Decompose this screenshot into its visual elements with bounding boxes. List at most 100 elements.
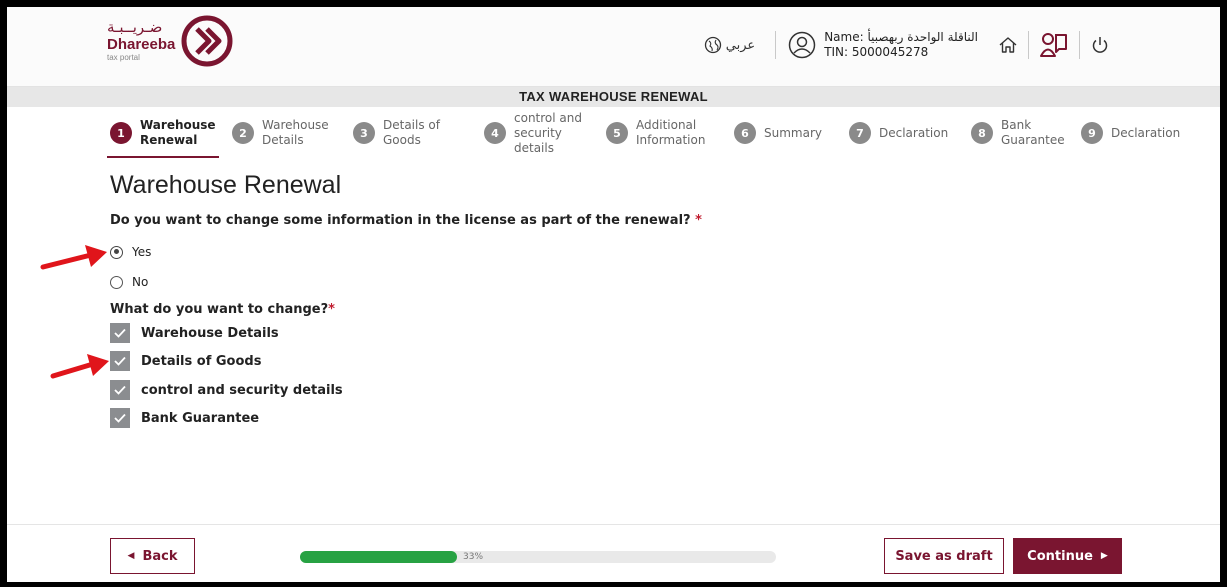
step-warehouse-renewal[interactable]: 1 Warehouse Renewal [110,107,216,159]
progress-percent: 33% [463,552,484,562]
checkbox[interactable] [110,380,130,400]
step-label: Renewal [140,133,198,147]
step-label: Information [636,133,706,147]
user-circle-icon [788,31,816,59]
radio-option-yes[interactable]: Yes [110,245,151,259]
home-button[interactable] [998,35,1018,55]
change-selection-question: What do you want to change?* [110,302,335,317]
checkbox[interactable] [110,408,130,428]
step-declaration-final[interactable]: 9 Declaration [1081,107,1180,159]
checkbox-warehouse-details[interactable]: Warehouse Details [110,323,279,343]
step-declaration[interactable]: 7 Declaration [849,107,948,159]
language-label: عربي [725,37,756,53]
radio-button[interactable] [110,245,123,259]
step-number: 7 [849,122,871,144]
continue-button[interactable]: Continue ▶ [1013,538,1122,574]
user-profile[interactable]: Name: الناقلة الواحدة ربهصبيأ TIN: 50000… [788,30,978,60]
radio-label: Yes [132,245,152,259]
page-title-bar: TAX WAREHOUSE RENEWAL [7,87,1220,107]
step-label: Details [262,133,304,147]
home-icon [999,37,1017,53]
required-mark: * [328,302,335,317]
checkbox[interactable] [110,323,130,343]
step-label: Warehouse [140,118,216,132]
checkbox[interactable] [110,351,130,371]
renewal-change-question: Do you want to change some information i… [110,213,702,228]
checkbox-label: Bank Guarantee [141,410,260,426]
step-label: Warehouse [262,118,329,132]
step-number: 2 [232,122,254,144]
step-label: control and [514,110,582,125]
progress-stepper: 1 Warehouse Renewal 2 Warehouse Details 3 … [7,107,1220,159]
progress-bar: 33% [300,551,776,563]
dhareeba-logo-icon [181,15,233,67]
divider [1079,31,1080,59]
continue-label: Continue [1027,548,1093,564]
save-draft-button[interactable]: Save as draft [884,538,1004,574]
step-label: Guarantee [1001,133,1065,147]
back-button[interactable]: ◀ Back [110,538,195,574]
annotation-arrow-icon [50,354,109,379]
book-user-icon [1040,33,1067,57]
user-guide-button[interactable] [1039,31,1069,59]
step-label: Details of [383,118,440,132]
step-bank-guarantee[interactable]: 8 Bank Guarantee [971,107,1065,159]
question-text: What do you want to change? [110,302,329,317]
required-mark: * [695,213,702,228]
checkmark-icon [114,328,126,338]
divider [1028,31,1029,59]
checkmark-icon [114,413,126,423]
step-summary[interactable]: 6 Summary [734,107,822,159]
form-footer: ◀ Back 33% Save as draft Continue ▶ [7,524,1220,582]
step-label: Declaration [1111,125,1181,140]
step-number: 8 [971,122,993,144]
user-tin: TIN: 5000045278 [824,45,929,59]
logo-name: Dhareeba [107,36,176,53]
checkbox-label: Details of Goods [141,353,262,369]
user-info: Name: الناقلة الواحدة ربهصبيأ TIN: 50000… [824,30,978,60]
step-number: 6 [734,122,756,144]
step-label: Additional [636,118,697,132]
step-label: Goods [383,133,421,147]
page-title: Warehouse Renewal [110,171,342,199]
step-details-of-goods[interactable]: 3 Details of Goods [353,107,440,159]
step-number: 4 [484,122,506,144]
checkbox-control-and-security[interactable]: control and security details [110,380,343,400]
app-window: ضـريــبـة Dhareeba tax portal عربي Name:… [7,7,1220,582]
step-additional-information[interactable]: 5 Additional Information [606,107,705,159]
progress-fill [300,551,458,563]
triangle-right-icon: ▶ [1100,551,1108,561]
language-switch[interactable]: عربي [704,36,755,54]
user-name: Name: الناقلة الواحدة ربهصبيأ [824,30,978,44]
logo[interactable]: ضـريــبـة Dhareeba tax portal [107,15,233,67]
radio-option-no[interactable]: No [110,275,148,289]
step-warehouse-details[interactable]: 2 Warehouse Details [232,107,329,159]
checkbox-label: control and security details [141,382,343,398]
globe-icon [704,36,721,54]
step-label: Declaration [879,125,949,140]
radio-button[interactable] [110,275,123,289]
triangle-left-icon: ◀ [127,551,135,561]
step-control-and-security[interactable]: 4 control and security details [484,107,582,159]
step-label: Summary [764,125,822,140]
draft-label: Save as draft [895,548,993,564]
back-label: Back [142,548,178,564]
annotation-arrow-icon [40,245,107,270]
checkbox-label: Warehouse Details [141,325,279,341]
checkbox-bank-guarantee[interactable]: Bank Guarantee [110,408,259,428]
power-icon [1092,37,1108,53]
top-header: ضـريــبـة Dhareeba tax portal عربي Name:… [7,7,1220,87]
divider [775,31,777,59]
logo-arabic-text: ضـريــبـة [107,18,163,36]
checkbox-details-of-goods[interactable]: Details of Goods [110,351,261,371]
logo-subtitle: tax portal [107,53,140,62]
step-number: 5 [606,122,628,144]
step-number: 3 [353,122,375,144]
active-step-indicator [107,156,219,158]
step-label: security [514,125,562,140]
checkmark-icon [114,385,126,395]
header-actions: عربي Name: الناقلة الواحدة ربهصبيأ TIN: … [704,25,1110,65]
checkmark-icon [114,356,126,366]
step-number: 1 [110,122,132,144]
logout-button[interactable] [1090,35,1110,55]
